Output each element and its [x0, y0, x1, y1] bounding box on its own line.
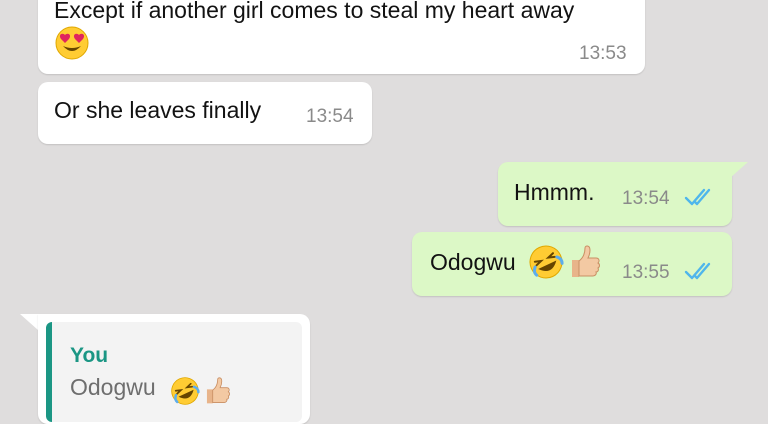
message-text: Except if another girl comes to steal my… — [54, 0, 575, 23]
double-check-icon — [684, 188, 711, 206]
double-check-icon — [684, 262, 711, 280]
message-bubble-incoming[interactable]: Or she leaves finally 13:54 — [38, 82, 372, 144]
quoted-message[interactable]: You Odogwu — [46, 322, 302, 422]
thumbs-up-emoji — [572, 245, 600, 277]
bubble-tail — [730, 162, 748, 178]
message-bubble-incoming-reply[interactable]: You Odogwu — [38, 314, 310, 424]
message-time: 13:54 — [306, 106, 354, 127]
message-time: 13:55 — [622, 262, 670, 283]
message-time: 13:54 — [622, 188, 670, 209]
message-time: 13:53 — [579, 43, 627, 64]
rofl-emoji — [171, 377, 200, 405]
rofl-emoji — [529, 245, 564, 279]
message-bubble-outgoing[interactable]: Hmmm. 13:54 — [498, 162, 732, 226]
message-text: Hmmm. — [514, 179, 595, 205]
quoted-text: Odogwu — [70, 374, 156, 400]
bubble-tail — [20, 314, 38, 330]
message-text: Or she leaves finally — [54, 97, 262, 123]
thumbs-up-emoji — [206, 377, 230, 404]
quoted-author: You — [70, 344, 109, 367]
message-text: Odogwu — [430, 249, 516, 275]
heart-eyes-emoji — [55, 26, 89, 60]
message-bubble-incoming[interactable]: Except if another girl comes to steal my… — [38, 0, 645, 74]
message-bubble-outgoing[interactable]: Odogwu 13:55 — [412, 232, 732, 296]
quote-accent-bar — [46, 322, 52, 422]
